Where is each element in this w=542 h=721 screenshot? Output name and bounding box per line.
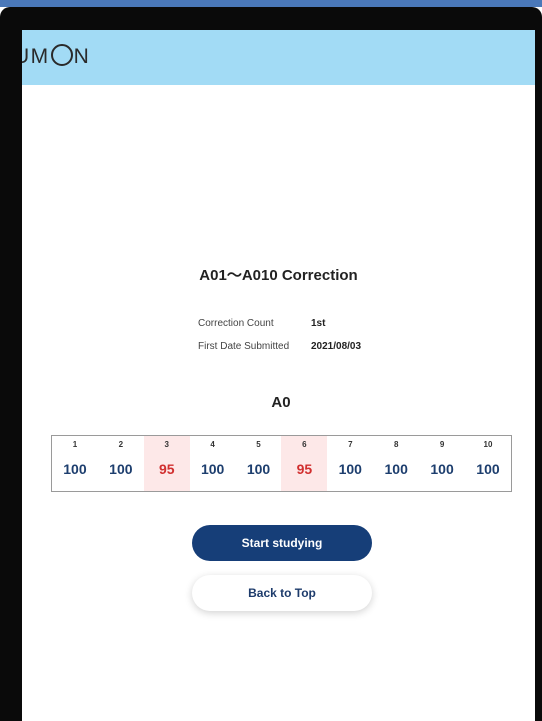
problem-score: 100: [246, 461, 271, 477]
logo-text-post: N: [73, 45, 91, 68]
app-screen: UM N A01～A010 Correction Correction Count…: [22, 30, 535, 721]
problem-number: 6: [302, 440, 307, 449]
device-frame: UM N A01～A010 Correction Correction Count…: [0, 7, 542, 721]
problem-score: 100: [476, 461, 500, 477]
problem-number: 9: [439, 440, 445, 449]
score-cell: 7 100: [327, 436, 373, 491]
problem-score: 100: [200, 461, 225, 477]
problem-score: 95: [158, 461, 175, 477]
first-date-label: First Date Submitted: [198, 341, 290, 352]
problem-score: 100: [430, 461, 454, 477]
score-table: 1 100 2 100 3 95 4 100 5 100 6 95 7 100 8 100 9 100 10 100: [51, 435, 512, 492]
correction-count-value: 1st: [311, 318, 326, 329]
logo-text-pre: UM: [22, 45, 50, 68]
problem-number: 10: [483, 440, 493, 449]
problem-number: 2: [118, 440, 124, 449]
problem-score: 100: [63, 461, 87, 477]
start-studying-button[interactable]: Start studying: [192, 525, 372, 561]
correction-info: Correction Count 1st First Date Submitte…: [198, 318, 361, 364]
score-cell: 2 100: [98, 436, 144, 491]
page-title: A01～A010 Correction: [199, 267, 358, 284]
score-cell: 1 100: [52, 436, 98, 491]
app-header: UM N: [22, 30, 535, 85]
window-top-strip: [0, 0, 542, 7]
score-cell: 9 100: [419, 436, 465, 491]
problem-score: 100: [109, 461, 133, 477]
kumon-logo[interactable]: UM N: [22, 44, 90, 70]
score-cell: 8 100: [373, 436, 419, 491]
problem-number: 4: [210, 440, 215, 449]
score-cell: 4 100: [190, 436, 236, 491]
problem-score: 100: [338, 461, 362, 477]
correction-count-label: Correction Count: [198, 318, 274, 329]
back-to-top-button[interactable]: Back to Top: [192, 575, 372, 611]
score-cell: 10 100: [465, 436, 511, 491]
problem-number: 1: [72, 440, 78, 449]
problem-score: 95: [296, 461, 313, 477]
problem-number: 5: [256, 440, 261, 449]
problem-number: 7: [348, 440, 353, 449]
problem-score: 100: [384, 461, 408, 477]
score-cell: 5 100: [236, 436, 282, 491]
score-cell: 3 95: [143, 436, 190, 491]
first-date-row: First Date Submitted 2021/08/03: [198, 341, 361, 364]
problem-number: 3: [164, 440, 169, 449]
logo-o-icon: [50, 44, 73, 66]
first-date-value: 2021/08/03: [311, 341, 362, 352]
correction-count-row: Correction Count 1st: [198, 318, 361, 341]
score-cell: 6 95: [281, 436, 328, 491]
problem-number: 8: [393, 440, 399, 449]
section-label: A0: [271, 394, 291, 411]
